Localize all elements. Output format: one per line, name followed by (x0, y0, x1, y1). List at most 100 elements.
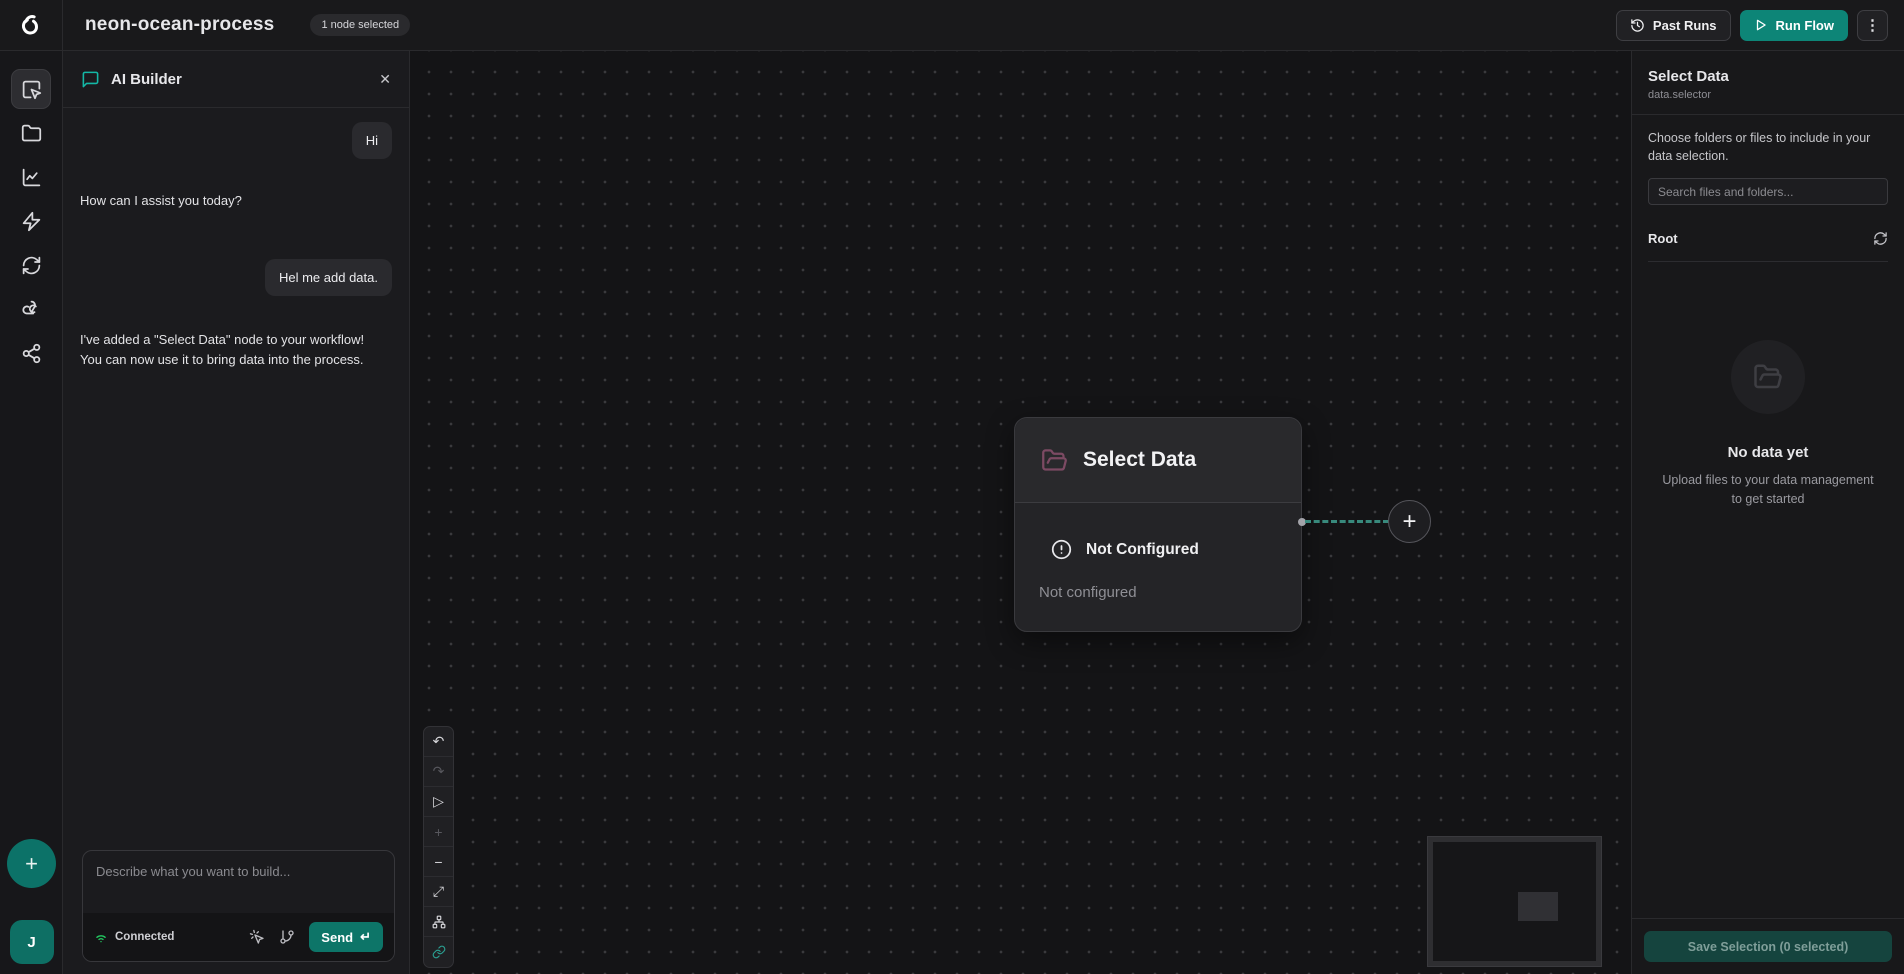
inspector-title: Select Data (1648, 68, 1888, 85)
inspector-subtitle: data.selector (1648, 89, 1888, 101)
inspector-description: Choose folders or files to include in yo… (1648, 129, 1888, 165)
redo-button[interactable]: ↷ (424, 757, 453, 787)
chart-line-icon (21, 167, 42, 188)
send-label: Send (321, 930, 353, 945)
toggle-edges-button[interactable] (424, 937, 453, 967)
sidebar-item-select-tool[interactable] (11, 69, 51, 109)
chat-input-footer: Connected (83, 913, 394, 961)
inspector-body: Choose folders or files to include in yo… (1632, 115, 1904, 918)
undo-icon: ↶ (433, 733, 445, 750)
canvas-toolbar: ↶ ↷ ▷ + − ⤢ (423, 726, 454, 968)
mouse-pointer-click-icon (249, 929, 265, 945)
flow-canvas[interactable]: Select Data Not Configured Not configure… (410, 51, 1631, 974)
chat-bubble-icon (81, 70, 100, 89)
git-branch-icon (279, 929, 295, 945)
sidebar-item-files[interactable] (11, 113, 51, 153)
zoom-out-button[interactable]: − (424, 847, 453, 877)
link-icon (432, 945, 446, 959)
zoom-in-button[interactable]: + (424, 817, 453, 847)
close-icon: ✕ (379, 71, 391, 87)
selection-badge: 1 node selected (310, 14, 410, 36)
refresh-icon (21, 255, 42, 276)
pending-edge (1305, 520, 1389, 523)
wifi-icon (94, 930, 108, 944)
empty-state-circle (1731, 340, 1805, 414)
run-button[interactable]: ▷ (424, 787, 453, 817)
fit-view-button[interactable]: ⤢ (424, 877, 453, 907)
refresh-icon (1873, 231, 1888, 246)
inspector-header: Select Data data.selector (1632, 51, 1904, 115)
empty-state-subtitle: Upload files to your data management to … (1661, 471, 1875, 509)
chat-message-user: Hi (352, 122, 392, 159)
alert-circle-icon (1051, 539, 1072, 560)
chat-message-assistant: I've added a "Select Data" node to your … (80, 330, 382, 370)
node-header: Select Data (1015, 418, 1301, 503)
add-next-node-button[interactable]: + (1388, 500, 1431, 543)
chat-message-user: Hel me add data. (265, 259, 392, 296)
node-status-subtitle: Not configured (1039, 584, 1275, 601)
folder-open-icon (1041, 447, 1068, 474)
connection-status-label: Connected (115, 931, 174, 943)
add-node-fab[interactable]: + (7, 839, 56, 888)
sidebar-item-analytics[interactable] (11, 157, 51, 197)
sidebar-item-automations[interactable] (11, 201, 51, 241)
sidebar-item-share[interactable] (11, 333, 51, 373)
close-panel-button[interactable]: ✕ (379, 72, 391, 86)
node-body: Not Configured Not configured (1015, 503, 1301, 631)
root-label: Root (1648, 231, 1678, 246)
ai-builder-panel: AI Builder ✕ Hi How can I assist you tod… (63, 51, 410, 974)
ai-builder-header: AI Builder ✕ (63, 51, 409, 108)
send-button[interactable]: Send ↵ (309, 922, 383, 952)
select-data-node[interactable]: Select Data Not Configured Not configure… (1014, 417, 1302, 632)
page-title: neon-ocean-process (85, 14, 274, 36)
search-input[interactable] (1648, 178, 1888, 205)
empty-state-title: No data yet (1648, 444, 1888, 461)
play-icon (1754, 18, 1768, 32)
run-flow-button[interactable]: Run Flow (1740, 10, 1849, 41)
empty-state: No data yet Upload files to your data ma… (1648, 340, 1888, 509)
hierarchy-icon (432, 915, 446, 929)
square-mouse-pointer-icon (21, 79, 42, 100)
node-status: Not Configured (1086, 541, 1199, 559)
undo-button[interactable]: ↶ (424, 727, 453, 757)
redo-icon: ↷ (433, 763, 445, 780)
left-icon-sidebar: + J (0, 51, 63, 974)
plus-icon: + (25, 851, 38, 877)
webhook-icon (21, 299, 42, 320)
top-bar: neon-ocean-process 1 node selected Past … (0, 0, 1904, 51)
auto-layout-button[interactable] (424, 907, 453, 937)
share-icon (21, 343, 42, 364)
past-runs-button[interactable]: Past Runs (1616, 10, 1731, 41)
connection-status: Connected (94, 930, 174, 944)
sidebar-item-sync[interactable] (11, 245, 51, 285)
more-options-button[interactable]: ⋮ (1857, 10, 1888, 41)
logo-icon (16, 10, 46, 40)
refresh-root-button[interactable] (1873, 231, 1888, 246)
user-avatar[interactable]: J (10, 920, 54, 964)
run-flow-label: Run Flow (1776, 18, 1835, 33)
plus-icon: + (434, 824, 442, 840)
play-icon: ▷ (433, 793, 444, 810)
chat-input-container: Connected (82, 850, 395, 962)
folder-open-icon (1753, 362, 1783, 392)
kebab-icon: ⋮ (1865, 16, 1880, 34)
chat-input[interactable] (83, 851, 394, 908)
past-runs-label: Past Runs (1653, 18, 1717, 33)
branch-action-button[interactable] (279, 929, 295, 945)
save-selection-button[interactable]: Save Selection (0 selected) (1644, 931, 1892, 962)
ai-builder-title: AI Builder (111, 71, 182, 88)
enter-key-icon: ↵ (360, 929, 371, 945)
inspector-panel: Select Data data.selector Choose folders… (1631, 51, 1904, 974)
history-icon (1630, 18, 1645, 33)
minimap-node (1518, 892, 1558, 921)
app-logo[interactable] (0, 0, 63, 50)
plus-icon: + (1402, 508, 1416, 536)
sidebar-item-webhooks[interactable] (11, 289, 51, 329)
expand-icon: ⤢ (433, 883, 444, 900)
minus-icon: − (434, 854, 442, 870)
folder-icon (21, 123, 42, 144)
lightning-icon (21, 211, 42, 232)
pointer-action-button[interactable] (249, 929, 265, 945)
minimap[interactable] (1428, 837, 1601, 966)
chat-message-assistant: How can I assist you today? (80, 191, 242, 211)
